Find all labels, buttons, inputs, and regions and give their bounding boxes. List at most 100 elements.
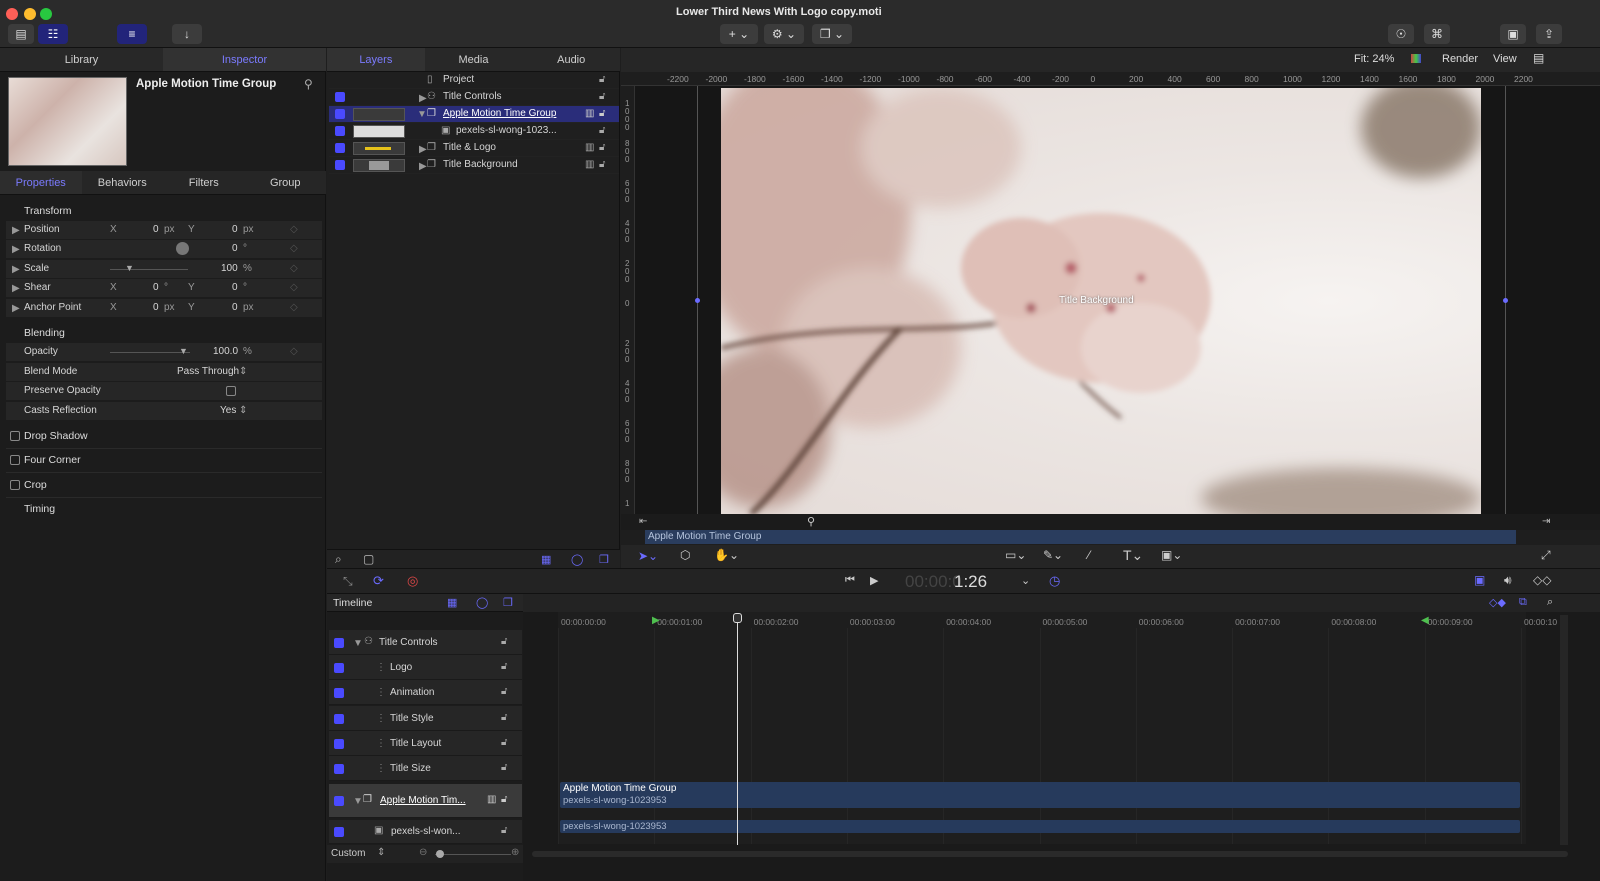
playhead-icon[interactable]: ⚲ — [807, 515, 815, 528]
crop-checkbox[interactable] — [10, 480, 20, 490]
gear-menu-button[interactable]: ⚙ ⌄ — [764, 24, 804, 44]
zoom-preset-popup[interactable]: Custom — [331, 848, 365, 859]
layer-enable-checkbox[interactable] — [335, 92, 345, 102]
scale-slider[interactable] — [110, 269, 188, 270]
layer-enable-checkbox[interactable] — [335, 126, 345, 136]
out-point-marker[interactable]: ⇥ — [1542, 516, 1550, 527]
bounds-handle[interactable] — [695, 298, 700, 303]
layer-enable-checkbox[interactable] — [335, 109, 345, 119]
mask-icon[interactable]: ◯ — [571, 553, 583, 566]
tab-media[interactable]: Media — [425, 48, 523, 71]
tl-enable-checkbox[interactable] — [334, 796, 344, 806]
zoom-in-icon[interactable]: ⊕ — [511, 847, 519, 858]
audio-icon[interactable]: 🔊︎ — [1504, 573, 1512, 588]
play-range-in-marker[interactable]: ▶ — [652, 615, 660, 626]
zoom-window-button[interactable] — [40, 8, 52, 20]
shear-x-field[interactable]: 0 — [153, 282, 159, 293]
position-x-field[interactable]: 0 — [153, 224, 159, 235]
view-menu[interactable]: View — [1493, 53, 1517, 65]
drop-shadow-checkbox[interactable] — [10, 431, 20, 441]
scale-field[interactable]: 100 — [221, 263, 238, 274]
timeline-horizontal-scrollbar[interactable] — [532, 851, 1568, 857]
keyframe-editor-icon[interactable]: ◇◇ — [1533, 573, 1551, 587]
keyframe-icon[interactable]: ◇ — [290, 243, 298, 254]
isolate-icon[interactable]: ▥ — [487, 794, 496, 805]
casts-reflection-popup[interactable]: Yes — [220, 405, 236, 416]
layout-menu-button[interactable]: ❐ ⌄ — [812, 24, 852, 44]
layer-row-title-controls[interactable]: ▶ ⚇ Title Controls 🔓︎ — [329, 89, 619, 106]
keyframe-icon[interactable]: ◇ — [290, 282, 298, 293]
playhead-handle[interactable] — [733, 613, 742, 623]
zoom-out-icon[interactable]: ⊖ — [419, 847, 427, 858]
disclosure-icon[interactable]: ▶ — [419, 161, 427, 172]
isolate-icon[interactable]: ▥ — [585, 159, 594, 170]
timeline-playhead[interactable] — [737, 613, 738, 845]
tab-behaviors[interactable]: Behaviors — [82, 171, 164, 194]
layout-icon[interactable]: ▤ — [1533, 51, 1544, 65]
timeline-vertical-scrollbar[interactable] — [1560, 615, 1568, 845]
timeline-toggle-icon[interactable]: ▣ — [1474, 573, 1485, 587]
play-icon[interactable]: ▶ — [870, 574, 878, 587]
timing-icon[interactable]: ◷ — [1049, 573, 1060, 589]
anchor-y-field[interactable]: 0 — [232, 302, 238, 313]
fullscreen-icon[interactable]: ⤢ — [1541, 548, 1551, 563]
tl-row-apple-motion-time-group[interactable]: ▼ ❐ Apple Motion Tim... ▥ 🔓︎ — [329, 784, 522, 818]
keyframe-icon[interactable]: ◇ — [290, 302, 298, 313]
grid-icon[interactable]: ▦ — [541, 553, 551, 566]
layers-toggle-button[interactable]: ≡ — [117, 24, 147, 44]
zoom-slider[interactable] — [435, 854, 511, 855]
pin-icon[interactable]: ⚲ — [304, 77, 313, 91]
search-icon[interactable]: ⌕ — [335, 552, 342, 567]
disclosure-icon[interactable]: ▶ — [419, 93, 427, 104]
download-button[interactable]: ↓ — [172, 24, 202, 44]
opacity-slider[interactable] — [110, 352, 190, 353]
keyframe-icon[interactable]: ◇ — [290, 346, 298, 357]
tl-enable-checkbox[interactable] — [334, 663, 344, 673]
timeline-clip-group[interactable]: Apple Motion Time Group pexels-sl-wong-1… — [560, 782, 1520, 808]
blend-mode-popup[interactable]: Pass Through — [177, 366, 239, 377]
mini-timeline[interactable]: ⇤ ⚲ ⇥ — [621, 514, 1600, 530]
shape-tool-icon[interactable]: ▭⌄ — [1005, 548, 1026, 562]
preserve-opacity-checkbox[interactable] — [226, 386, 236, 396]
tl-row-pexels[interactable]: ▣ pexels-sl-won... 🔓︎ — [329, 820, 522, 844]
zoom-icon[interactable]: ⌕ — [1547, 596, 1553, 609]
loop-icon[interactable]: ⟳ — [373, 573, 384, 589]
tl-row-animation[interactable]: ⋮ Animation 🔓︎ — [329, 680, 522, 705]
lock-icon[interactable]: 🔓︎ — [501, 636, 507, 647]
isolate-icon[interactable]: ▥ — [585, 142, 594, 153]
lock-icon[interactable]: 🔓︎ — [501, 712, 507, 723]
lock-icon[interactable]: 🔓︎ — [501, 794, 507, 805]
lock-icon[interactable]: 🔓︎ — [599, 159, 605, 170]
tl-row-title-size[interactable]: ⋮ Title Size 🔓︎ — [329, 756, 522, 781]
add-object-button[interactable]: + ⌄ — [720, 24, 758, 44]
tl-enable-checkbox[interactable] — [334, 688, 344, 698]
play-range-out-marker[interactable]: ◀ — [1421, 615, 1429, 626]
snap-icon[interactable]: ⧉ — [1519, 596, 1527, 609]
go-to-start-icon[interactable]: ⏮︎ — [845, 574, 855, 587]
tab-filters[interactable]: Filters — [163, 171, 245, 194]
keyframe-nav-icon[interactable]: ◇◆ — [1489, 596, 1506, 609]
video-toggle-button[interactable]: ▣ — [1500, 24, 1526, 44]
lock-icon[interactable]: 🔓︎ — [599, 91, 605, 102]
select-arrow-icon[interactable]: ➤⌄ — [638, 549, 658, 563]
lock-icon[interactable]: 🔓︎ — [599, 74, 605, 85]
bezier-tool-icon[interactable]: ✎⌄ — [1043, 548, 1063, 562]
disclosure-icon[interactable]: ▶ — [12, 244, 20, 255]
tl-enable-checkbox[interactable] — [334, 739, 344, 749]
layers-icon[interactable]: ❐ — [503, 596, 513, 609]
four-corner-checkbox[interactable] — [10, 455, 20, 465]
tab-properties[interactable]: Properties — [0, 171, 82, 194]
library-toggle-button[interactable]: ▤ — [8, 24, 34, 44]
position-y-field[interactable]: 0 — [232, 224, 238, 235]
tab-inspector[interactable]: Inspector — [163, 48, 326, 71]
anchor-x-field[interactable]: 0 — [153, 302, 159, 313]
keyframe-icon[interactable]: ◇ — [290, 263, 298, 274]
mini-timeline-bar[interactable]: Apple Motion Time Group — [645, 530, 1516, 544]
lock-icon[interactable]: 🔓︎ — [599, 142, 605, 153]
lock-icon[interactable]: 🔓︎ — [501, 737, 507, 748]
timeline-clip-image[interactable]: pexels-sl-wong-1023953 — [560, 820, 1520, 833]
minimize-window-button[interactable] — [24, 8, 36, 20]
disclosure-open-icon[interactable]: ▼ — [353, 638, 363, 649]
chevron-down-icon[interactable]: ⌄ — [1021, 574, 1030, 587]
layer-row-pexels[interactable]: ▣ pexels-sl-wong-1023... 🔓︎ — [329, 123, 619, 140]
